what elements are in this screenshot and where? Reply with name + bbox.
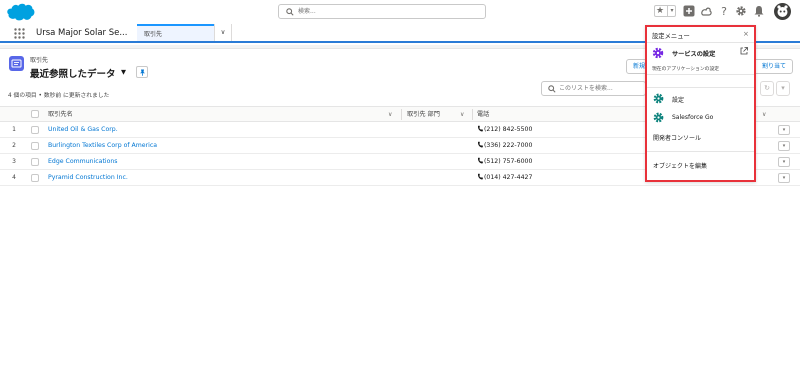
row-number: 4 [12, 174, 16, 181]
tab-accounts[interactable]: 取引先 [137, 24, 214, 41]
svg-text:?: ? [721, 5, 727, 17]
select-all-checkbox[interactable] [31, 110, 39, 118]
help-icon[interactable]: ? [718, 5, 730, 17]
setup-menu-header: 設定メニュー × [647, 27, 754, 43]
gear-icon [652, 47, 664, 59]
search-icon [286, 8, 294, 16]
setup-menu-dropdown: 設定メニュー × サービスの設定 現在のアプリケーションの設定 設定 Sales… [645, 25, 756, 182]
account-name-link[interactable]: Burlington Textiles Corp of America [48, 138, 157, 154]
add-icon[interactable] [683, 5, 695, 17]
chevron-down-icon[interactable]: ∨ [460, 107, 464, 122]
phone-cell[interactable]: (212) 842-5500 [477, 122, 532, 138]
service-setup-item[interactable]: サービスの設定 現在のアプリケーションの設定 [647, 44, 754, 75]
tab-accounts-label: 取引先 [144, 31, 163, 38]
click-to-dial-icon[interactable] [477, 125, 483, 132]
click-to-dial-icon[interactable] [477, 157, 483, 164]
row-checkbox[interactable] [31, 158, 39, 166]
row-number: 2 [12, 142, 16, 149]
view-switcher-caret-icon[interactable]: ▼ [121, 68, 126, 76]
app-name: Ursa Major Solar Se... [36, 28, 128, 38]
chevron-down-icon[interactable]: ▾ [667, 6, 676, 16]
column-header-phone[interactable]: 電話 [477, 107, 489, 122]
row-checkbox[interactable] [31, 174, 39, 182]
click-to-dial-icon[interactable] [477, 141, 483, 148]
phone-number: (212) 842-5500 [484, 126, 533, 133]
phone-number: (336) 222-7000 [484, 142, 533, 149]
account-object-icon [9, 56, 24, 71]
star-icon[interactable]: ★ [656, 6, 664, 16]
gear-icon [653, 93, 664, 104]
row-number: 1 [12, 126, 16, 133]
pin-icon [140, 69, 145, 76]
row-actions-chevron-icon[interactable]: ▾ [778, 125, 790, 135]
filter-icon[interactable]: ▾ [776, 81, 790, 96]
phone-cell[interactable]: (512) 757-6000 [477, 154, 532, 170]
assign-label-button[interactable]: 割り当て [751, 59, 793, 74]
menu-item-label: 開発者コンソール [653, 135, 702, 142]
menu-item-salesforce-go[interactable]: Salesforce Go [647, 109, 754, 127]
trailhead-icon[interactable] [700, 5, 712, 17]
phone-cell[interactable]: (336) 222-7000 [477, 138, 532, 154]
column-header-account-name[interactable]: 取引先名 [48, 107, 73, 122]
phone-number: (014) 427-4427 [484, 174, 533, 181]
setup-menu-section-divider [647, 76, 754, 88]
column-divider[interactable] [401, 109, 402, 120]
salesforce-logo[interactable] [6, 3, 36, 22]
row-actions-chevron-icon[interactable]: ▾ [778, 141, 790, 151]
menu-item-label: オブジェクトを編集 [653, 163, 708, 170]
global-search-input[interactable] [298, 6, 478, 17]
close-icon[interactable]: × [743, 30, 749, 38]
avatar[interactable] [774, 3, 791, 20]
setup-menu-title: 設定メニュー [652, 33, 690, 40]
account-name-link[interactable]: United Oil & Gas Corp. [48, 122, 118, 138]
list-search[interactable] [541, 81, 646, 96]
service-setup-label: サービスの設定 [672, 51, 716, 58]
phone-number: (512) 757-6000 [484, 158, 533, 165]
refresh-icon[interactable]: ↻ [760, 81, 774, 96]
object-label: 取引先 [30, 57, 49, 64]
pin-button[interactable] [136, 66, 148, 78]
column-divider[interactable] [472, 109, 473, 120]
account-name-link[interactable]: Pyramid Construction Inc. [48, 170, 128, 186]
row-number: 3 [12, 158, 16, 165]
click-to-dial-icon[interactable] [477, 173, 483, 180]
service-setup-subtitle: 現在のアプリケーションの設定 [652, 67, 720, 72]
row-checkbox[interactable] [31, 142, 39, 150]
chevron-down-icon[interactable]: ∨ [762, 107, 766, 122]
external-link-icon[interactable] [740, 47, 748, 55]
menu-item-label: 設定 [672, 97, 685, 104]
list-search-input[interactable] [559, 83, 644, 94]
search-icon [548, 85, 556, 93]
gear-icon [653, 112, 664, 123]
global-header: ★ ▾ ? [0, 0, 800, 24]
column-header-division[interactable]: 取引先 部門 [407, 107, 440, 122]
menu-divider [647, 151, 754, 152]
menu-item-developer-console[interactable]: 開発者コンソール [647, 128, 754, 146]
menu-item-setup[interactable]: 設定 [647, 90, 754, 108]
phone-cell[interactable]: (014) 427-4427 [477, 170, 532, 186]
row-checkbox[interactable] [31, 126, 39, 134]
row-actions-chevron-icon[interactable]: ▾ [778, 157, 790, 167]
menu-item-label: Salesforce Go [672, 114, 714, 121]
chevron-down-icon[interactable]: ∨ [388, 107, 392, 122]
list-view-title[interactable]: 最近参照したデータ [30, 66, 116, 80]
gear-icon[interactable] [735, 5, 747, 17]
bell-icon[interactable] [753, 5, 765, 17]
tab-dropdown-chevron-icon[interactable]: ∨ [214, 24, 232, 41]
list-meta-info: 4 個の項目 • 数秒前 に更新されました [8, 93, 110, 99]
favorites-group[interactable]: ★ ▾ [654, 5, 676, 17]
menu-item-edit-object[interactable]: オブジェクトを編集 [647, 156, 754, 174]
app-launcher-icon[interactable] [14, 28, 25, 39]
row-actions-chevron-icon[interactable]: ▾ [778, 173, 790, 183]
global-search[interactable] [278, 4, 486, 19]
account-name-link[interactable]: Edge Communications [48, 154, 118, 170]
